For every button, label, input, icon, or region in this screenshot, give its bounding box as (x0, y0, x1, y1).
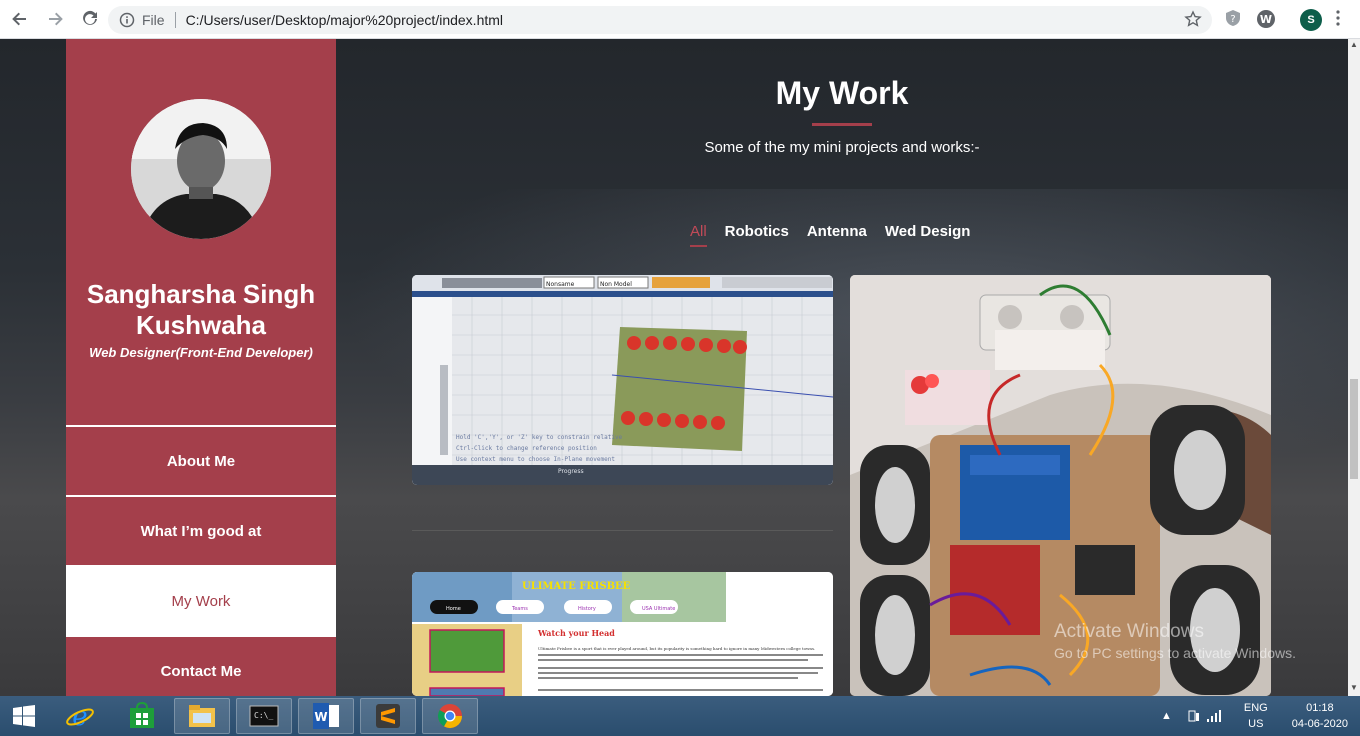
store-icon (130, 702, 154, 728)
word-icon: W (313, 703, 339, 729)
filter-all[interactable]: All (690, 223, 707, 247)
svg-text:e: e (72, 702, 87, 731)
reload-icon (83, 10, 97, 25)
chrome-icon (437, 704, 462, 729)
frisbee-nav-teams: Teams (511, 606, 528, 612)
system-tray: ▲ ENG US 01:18 04-06-2020 (1161, 696, 1360, 736)
svg-text:?: ? (1230, 14, 1235, 25)
frisbee-banner: ULIMATE FRISBEE (522, 581, 631, 592)
sidebar-menu: About Me What I’m good at My Work Contac… (66, 425, 336, 696)
svg-text:C:\_: C:\_ (254, 711, 273, 720)
clock-date: 04-06-2020 (1291, 718, 1348, 730)
watermark-subtitle: Go to PC settings to activate Windows. (1054, 645, 1296, 661)
language-indicator[interactable]: ENG US (1244, 700, 1268, 732)
taskbar-store[interactable] (114, 698, 170, 734)
profile-role: Web Designer(Front-End Developer) (89, 345, 313, 360)
url-text[interactable]: C:/Users/user/Desktop/major%20project/in… (186, 12, 503, 28)
watermark-title: Activate Windows (1054, 621, 1204, 642)
title-underline (812, 123, 872, 126)
page-viewport: Sangharsha Singh Kushwaha Web Designer(F… (0, 39, 1348, 696)
scroll-down-icon[interactable]: ▼ (1350, 684, 1358, 692)
antenna-dropdown-2: Non Model (600, 281, 632, 288)
filter-antenna[interactable]: Antenna (807, 223, 867, 240)
frisbee-body: Ultimate Frisbee is a sport that is ever… (538, 646, 815, 651)
antenna-dropdown-1: Nonsame (546, 281, 575, 288)
svg-text:W: W (1260, 13, 1272, 26)
portfolio-item-antenna[interactable]: Nonsame Non Model Hold 'C','Y', or 'Z' k… (412, 275, 833, 485)
taskbar-ie[interactable]: e (52, 698, 108, 734)
antenna-help-2: Ctrl-Click to change reference position (456, 445, 597, 452)
taskbar-sublime[interactable] (360, 698, 416, 734)
profile-photo (131, 99, 271, 239)
antenna-progress-label: Progress (558, 468, 584, 475)
separator (174, 12, 176, 28)
clock-time: 01:18 (1306, 702, 1334, 714)
sublime-text-icon (376, 704, 400, 728)
sidebar: Sangharsha Singh Kushwaha Web Designer(F… (66, 39, 336, 696)
device-icon[interactable] (1186, 708, 1202, 724)
sidebar-item-about-me[interactable]: About Me (66, 425, 336, 495)
clock[interactable]: 01:18 04-06-2020 (1292, 700, 1348, 732)
profile-avatar[interactable]: S (1300, 9, 1322, 31)
frisbee-nav-home: Home (446, 606, 461, 612)
taskbar-command-prompt[interactable]: C:\_ (236, 698, 292, 734)
terminal-icon: C:\_ (249, 705, 279, 727)
file-label: File (142, 12, 165, 28)
more-menu-icon[interactable] (1336, 10, 1340, 31)
language-code: ENG (1243, 702, 1268, 714)
w-extension-icon[interactable]: W (1256, 9, 1276, 29)
svg-text:W: W (314, 710, 327, 724)
reload-button[interactable] (75, 4, 105, 34)
activate-windows-watermark: Activate Windows Go to PC settings to ac… (1054, 621, 1296, 661)
browser-toolbar: File C:/Users/user/Desktop/major%20proje… (0, 0, 1360, 39)
sidebar-item-contact-me[interactable]: Contact Me (66, 635, 336, 696)
antenna-simulation-image: Nonsame Non Model Hold 'C','Y', or 'Z' k… (412, 275, 833, 485)
page-title: My Work (775, 75, 909, 111)
taskbar-chrome[interactable] (422, 698, 478, 734)
taskbar-file-explorer[interactable] (174, 698, 230, 734)
region-code: US (1248, 718, 1264, 730)
filter-web-design[interactable]: Wed Design (885, 223, 971, 240)
frisbee-site-image: ULIMATE FRISBEE Home Teams History USA U… (412, 572, 833, 696)
taskbar-word[interactable]: W (298, 698, 354, 734)
bookmark-star-icon[interactable] (1184, 10, 1202, 31)
tray-expand-icon[interactable]: ▲ (1161, 710, 1172, 722)
page-subtitle: Some of the my mini projects and works:- (704, 139, 980, 156)
antenna-help-3: Use context menu to choose In-Plane move… (456, 456, 615, 463)
antenna-help-1: Hold 'C','Y', or 'Z' key to constrain re… (456, 434, 623, 441)
back-button[interactable] (5, 4, 35, 34)
network-signal-icon[interactable] (1206, 709, 1224, 723)
profile-name: Sangharsha Singh Kushwaha (86, 279, 316, 340)
scroll-up-icon[interactable]: ▲ (1350, 41, 1358, 49)
sidebar-item-my-work[interactable]: My Work (66, 565, 336, 635)
start-button[interactable] (0, 698, 48, 734)
shield-extension-icon[interactable]: ? (1224, 9, 1244, 29)
address-bar[interactable]: File C:/Users/user/Desktop/major%20proje… (108, 6, 1212, 34)
portfolio-filters: All Robotics Antenna Wed Design (690, 223, 971, 247)
frisbee-nav-usa: USA Ultimate (642, 606, 675, 612)
frisbee-nav-history: History (578, 606, 596, 612)
windows-logo-icon (13, 705, 35, 727)
sidebar-item-skills[interactable]: What I’m good at (66, 495, 336, 565)
forward-arrow-icon (49, 12, 63, 26)
forward-button[interactable] (40, 4, 70, 34)
internet-explorer-icon: e (66, 702, 94, 731)
portfolio-item-web-design[interactable]: ULIMATE FRISBEE Home Teams History USA U… (412, 572, 833, 696)
info-icon[interactable] (118, 11, 136, 29)
grid-divider (412, 530, 833, 531)
page-scrollbar[interactable]: ▲ ▼ (1348, 39, 1360, 696)
windows-taskbar: e C:\_ W ▲ ENG US 01:18 04-06-2020 (0, 696, 1360, 736)
scrollbar-thumb[interactable] (1350, 379, 1358, 479)
filter-robotics[interactable]: Robotics (725, 223, 789, 240)
frisbee-heading: Watch your Head (537, 628, 615, 638)
back-arrow-icon (12, 12, 26, 26)
folder-icon (189, 705, 215, 727)
